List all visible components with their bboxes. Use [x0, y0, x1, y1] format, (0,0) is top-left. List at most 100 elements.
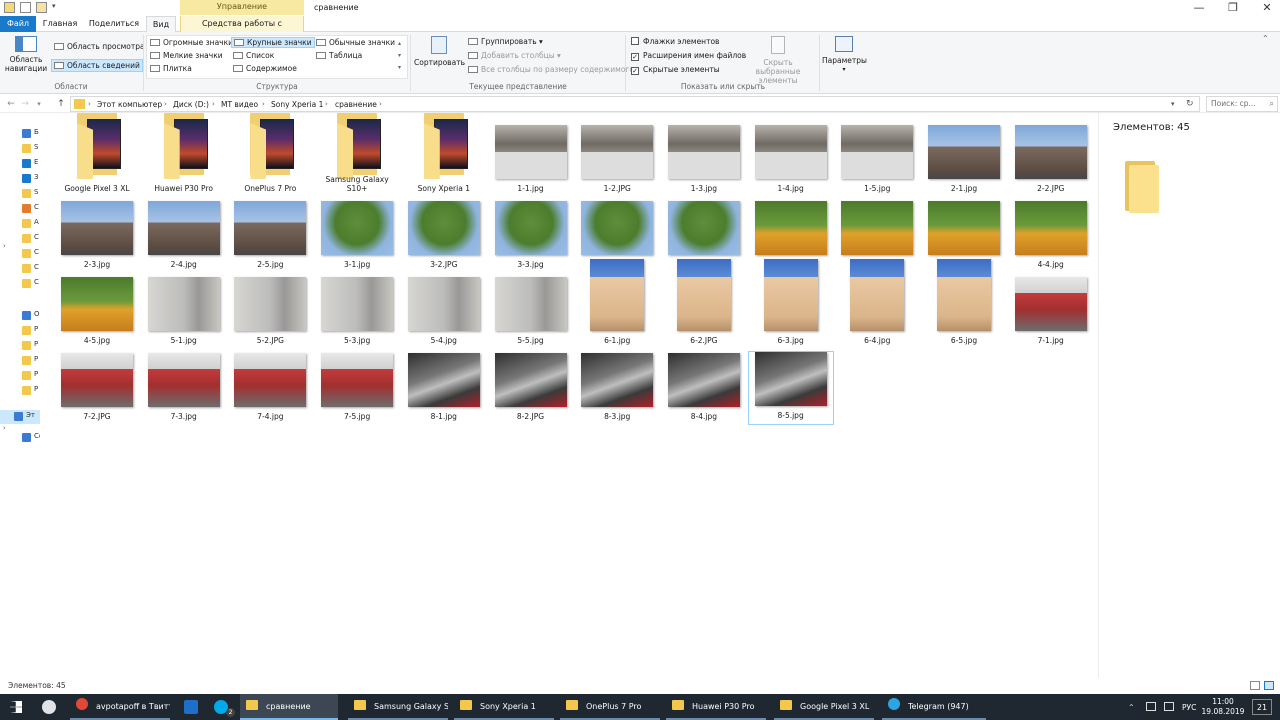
breadcrumb-sony-xperia[interactable]: Sony Xperia 1 [271, 100, 323, 109]
clock-date[interactable]: 19.08.2019 [1200, 707, 1246, 716]
collapse-ribbon-icon[interactable]: ⌃ [1262, 34, 1269, 43]
checkbox-checked[interactable]: ✓ [631, 53, 639, 61]
nav-item[interactable]: S [12, 142, 38, 156]
taskbar-button[interactable]: OnePlus 7 Pro [560, 694, 660, 720]
file-item[interactable]: 2-4.jpg [141, 199, 227, 273]
nav-item[interactable]: P [12, 354, 38, 368]
breadcrumb-disk-d[interactable]: Диск (D:) [173, 100, 209, 109]
close-button[interactable]: ✕ [1252, 0, 1280, 16]
file-item[interactable]: 8-4.jpg [661, 351, 747, 425]
file-item[interactable]: 7-4.jpg [227, 351, 313, 425]
file-item[interactable]: 4-4.jpg [1008, 199, 1094, 273]
layout-content[interactable]: Содержимое [233, 64, 297, 73]
minimize-button[interactable]: — [1184, 0, 1214, 16]
file-item[interactable]: 1-3.jpg [661, 123, 747, 197]
nav-item[interactable]: P [12, 369, 38, 383]
file-extensions-toggle[interactable]: ✓ Расширения имен файлов [631, 51, 746, 61]
folder-item[interactable]: Google Pixel 3 XL [54, 113, 140, 197]
folder-item[interactable]: Sony Xperia 1 [401, 113, 487, 197]
properties-icon[interactable] [20, 2, 31, 13]
nav-item[interactable]: S [12, 187, 38, 201]
tab-home[interactable]: Главная [40, 16, 80, 32]
file-item[interactable]: 6-4.jpg [834, 259, 920, 349]
address-dropdown-icon[interactable]: ▾ [1171, 100, 1175, 108]
tab-file[interactable]: Файл [0, 16, 36, 32]
file-item[interactable]: 8-3.jpg [574, 351, 660, 425]
group-by-button[interactable]: Группировать ▾ [468, 37, 543, 46]
nav-item[interactable]: C [12, 277, 39, 291]
nav-item[interactable]: E [12, 157, 38, 171]
file-item[interactable]: 8-5.jpg [747, 351, 834, 425]
nav-item[interactable]: З [12, 172, 39, 186]
nav-item[interactable]: Эт [0, 410, 40, 424]
file-item[interactable]: 1-5.jpg [834, 123, 920, 197]
details-pane-button[interactable]: Область сведений [51, 59, 143, 72]
nav-item[interactable]: C [12, 232, 39, 246]
taskbar-button[interactable]: Sony Xperia 1 [454, 694, 554, 720]
preview-pane-button[interactable]: Область просмотра [52, 41, 147, 53]
taskbar-button[interactable]: avpotapoff в Твитт... [70, 694, 170, 720]
nav-item[interactable]: O [12, 309, 40, 323]
fit-columns-button[interactable]: Все столбцы по размеру содержимого [468, 65, 634, 74]
expand-chevron-icon[interactable]: › [3, 242, 6, 250]
refresh-icon[interactable]: ↻ [1186, 99, 1194, 109]
item-checkboxes-toggle[interactable]: Флажки элементов [631, 37, 719, 46]
nav-item[interactable]: Се [12, 431, 43, 445]
file-item[interactable]: 5-3.jpg [314, 275, 400, 349]
nav-item[interactable]: Б [12, 127, 39, 141]
file-item[interactable]: 2-3.jpg [54, 199, 140, 273]
hidden-items-toggle[interactable]: ✓ Скрытые элементы [631, 65, 720, 75]
quick-access-dropdown-icon[interactable]: ▾ [52, 2, 56, 10]
breadcrumb-mt-video[interactable]: MT видео [221, 100, 258, 109]
nav-pane-button[interactable]: Область навигации [4, 36, 48, 80]
breadcrumb-current[interactable]: сравнение [335, 100, 377, 109]
expand-chevron-icon[interactable]: › [3, 424, 6, 432]
recent-locations-icon[interactable]: ▾ [32, 97, 46, 111]
nav-item[interactable]: C [12, 262, 39, 276]
cortana-icon[interactable] [42, 700, 56, 714]
folder-item[interactable]: Samsung Galaxy S10+ [314, 113, 400, 197]
tab-view[interactable]: Вид [146, 16, 176, 32]
file-item[interactable]: 3-3.jpg [488, 199, 574, 273]
forward-arrow-icon[interactable]: → [18, 97, 32, 111]
new-folder-icon[interactable] [36, 2, 47, 13]
nav-item[interactable]: A [12, 217, 39, 231]
add-columns-button[interactable]: Добавить столбцы ▾ [468, 51, 561, 60]
details-view-icon[interactable] [1250, 681, 1260, 690]
tab-share[interactable]: Поделиться [84, 16, 144, 32]
nav-item[interactable]: P [12, 339, 38, 353]
file-item[interactable]: 2-1.jpg [921, 123, 1007, 197]
taskbar-button[interactable]: Google Pixel 3 XL [774, 694, 874, 720]
file-item[interactable]: 7-5.jpg [314, 351, 400, 425]
notification-center-icon[interactable]: 21 [1252, 699, 1272, 715]
file-item[interactable]: 6-5.jpg [921, 259, 1007, 349]
file-item[interactable]: 4-5.jpg [54, 275, 140, 349]
network-icon[interactable] [1146, 702, 1156, 711]
taskbar-button[interactable]: сравнение [240, 694, 338, 720]
tab-picture-tools[interactable]: Средства работы с рисунками [180, 16, 304, 43]
file-item[interactable]: 6-1.jpg [574, 259, 660, 349]
nav-item[interactable]: C [12, 247, 39, 261]
file-item[interactable]: 5-4.jpg [401, 275, 487, 349]
nav-item[interactable]: C [12, 202, 39, 216]
file-item[interactable]: 7-2.JPG [54, 351, 140, 425]
edge-icon[interactable] [184, 700, 198, 714]
up-arrow-icon[interactable]: ↑ [54, 97, 68, 111]
nav-item[interactable]: P [12, 324, 38, 338]
file-item[interactable]: 2-5.jpg [227, 199, 313, 273]
layout-medium[interactable]: Обычные значки [316, 38, 395, 47]
layout-tiles[interactable]: Плитка [150, 64, 192, 73]
options-button[interactable]: Параметры ▾ [822, 36, 867, 80]
clock-time[interactable]: 11:00 [1206, 697, 1240, 706]
file-item[interactable]: 5-1.jpg [141, 275, 227, 349]
file-item[interactable]: 2-2.JPG [1008, 123, 1094, 197]
layout-extra-large[interactable]: Огромные значки [150, 38, 233, 47]
layout-small[interactable]: Мелкие значки [150, 51, 223, 60]
layout-list[interactable]: Список [233, 51, 274, 60]
file-item[interactable]: 7-1.jpg [1008, 275, 1094, 349]
layout-details[interactable]: Таблица [316, 51, 362, 60]
file-item[interactable]: 1-4.jpg [748, 123, 834, 197]
layout-large[interactable]: Крупные значки [231, 37, 315, 48]
file-item[interactable]: 6-2.JPG [661, 259, 747, 349]
checkbox[interactable] [631, 37, 639, 45]
